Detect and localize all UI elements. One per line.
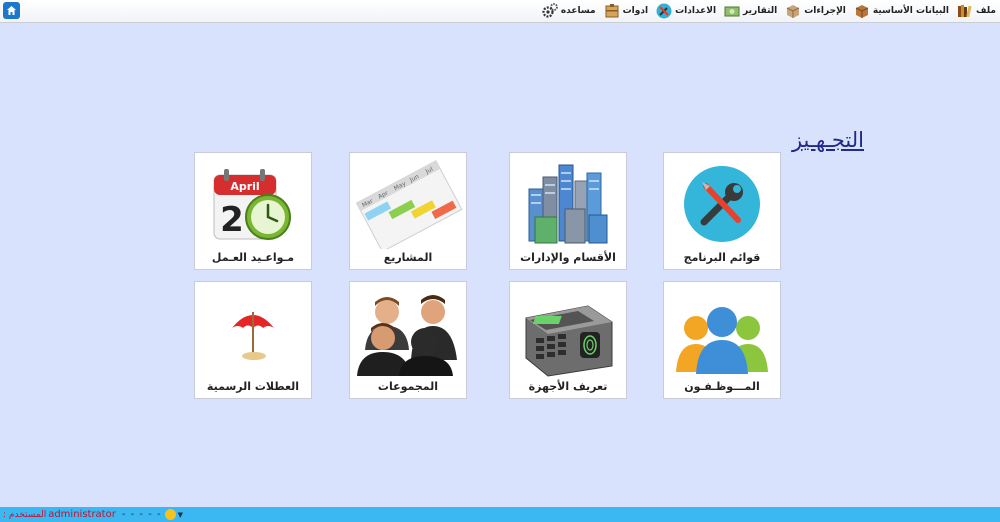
- menu-procedures-label: الإجراءات: [804, 6, 846, 16]
- box-icon: [855, 5, 869, 18]
- wrench-screwdriver-icon: [684, 166, 760, 242]
- status-bar: المستخدم : administrator - - - - - ▼: [0, 507, 1000, 522]
- tile-departments[interactable]: الأقسام والإدارات: [509, 152, 627, 270]
- tile-label: المجموعات: [377, 380, 439, 393]
- umbrella-icon: [232, 312, 274, 360]
- user-avatar-icon[interactable]: [164, 509, 176, 520]
- calendar-month: April: [230, 180, 259, 193]
- tile-label: مـواعـيد العـمل: [211, 251, 295, 264]
- tile-label: العطلات الرسمية: [206, 380, 300, 393]
- tile-public-holidays[interactable]: العطلات الرسمية: [194, 281, 312, 399]
- menu-basic-data-label: البيانات الأساسية: [872, 6, 950, 16]
- menu-tools[interactable]: ادوات: [604, 3, 648, 19]
- current-user-label: المستخدم :: [3, 509, 47, 520]
- tile-label: تعريف الأجهزة: [528, 380, 608, 393]
- money-icon: [724, 6, 740, 17]
- tile-employees[interactable]: المـــوظـفـون: [663, 281, 781, 399]
- menu-settings-label: الاعدادات: [675, 6, 717, 16]
- menu-tools-label: ادوات: [622, 6, 649, 16]
- menu-help[interactable]: مساعده: [542, 3, 596, 19]
- fingerprint-device-icon: [525, 305, 613, 377]
- gantt-chart-icon: Mar Apr May Jun Jul: [355, 160, 463, 249]
- menu-bar: ملف البيانات الأساسية الإجراءات التقارير…: [0, 0, 1000, 23]
- box-icon: [786, 5, 800, 18]
- tile-label: المـــوظـفـون: [684, 380, 760, 393]
- wrench-icon: [656, 3, 672, 19]
- tile-projects[interactable]: Mar Apr May Jun Jul المشاريع: [349, 152, 467, 270]
- home-button[interactable]: [3, 2, 20, 19]
- tools-box-icon: [605, 4, 619, 18]
- menu-file-label: ملف: [976, 6, 996, 16]
- gears-icon: [542, 3, 558, 18]
- books-icon: [958, 5, 972, 18]
- home-icon: [7, 6, 16, 15]
- chevron-down-icon[interactable]: ▼: [178, 511, 183, 519]
- page-title: التجـهـيز: [791, 128, 864, 152]
- tile-groups[interactable]: المجموعات: [349, 281, 467, 399]
- status-placeholder: - - - - -: [121, 509, 162, 520]
- menu-help-label: مساعده: [560, 6, 596, 16]
- people-icon: [676, 307, 768, 374]
- menu-basic-data[interactable]: البيانات الأساسية: [854, 3, 949, 19]
- tile-label: الأقسام والإدارات: [520, 251, 616, 264]
- buildings-icon: [528, 164, 608, 244]
- menu-file[interactable]: ملف: [957, 3, 996, 19]
- menu-settings[interactable]: الاعدادات: [656, 3, 716, 19]
- current-user: administrator: [48, 509, 116, 520]
- tile-label: المشاريع: [383, 251, 433, 264]
- tile-program-lists[interactable]: قوائم البرنامج: [663, 152, 781, 270]
- group-icon: [357, 295, 457, 376]
- calendar-day: 2: [220, 200, 244, 240]
- calendar-clock-icon: April 2: [213, 169, 291, 240]
- tile-device-definition[interactable]: تعريف الأجهزة: [509, 281, 627, 399]
- menu-reports[interactable]: التقارير: [724, 3, 777, 19]
- tile-work-schedules[interactable]: April 2 مـواعـيد العـمل: [194, 152, 312, 270]
- menu-reports-label: التقارير: [743, 6, 778, 16]
- main-menu: ملف البيانات الأساسية الإجراءات التقارير…: [542, 0, 996, 22]
- tile-label: قوائم البرنامج: [683, 251, 761, 264]
- menu-procedures[interactable]: الإجراءات: [785, 3, 846, 19]
